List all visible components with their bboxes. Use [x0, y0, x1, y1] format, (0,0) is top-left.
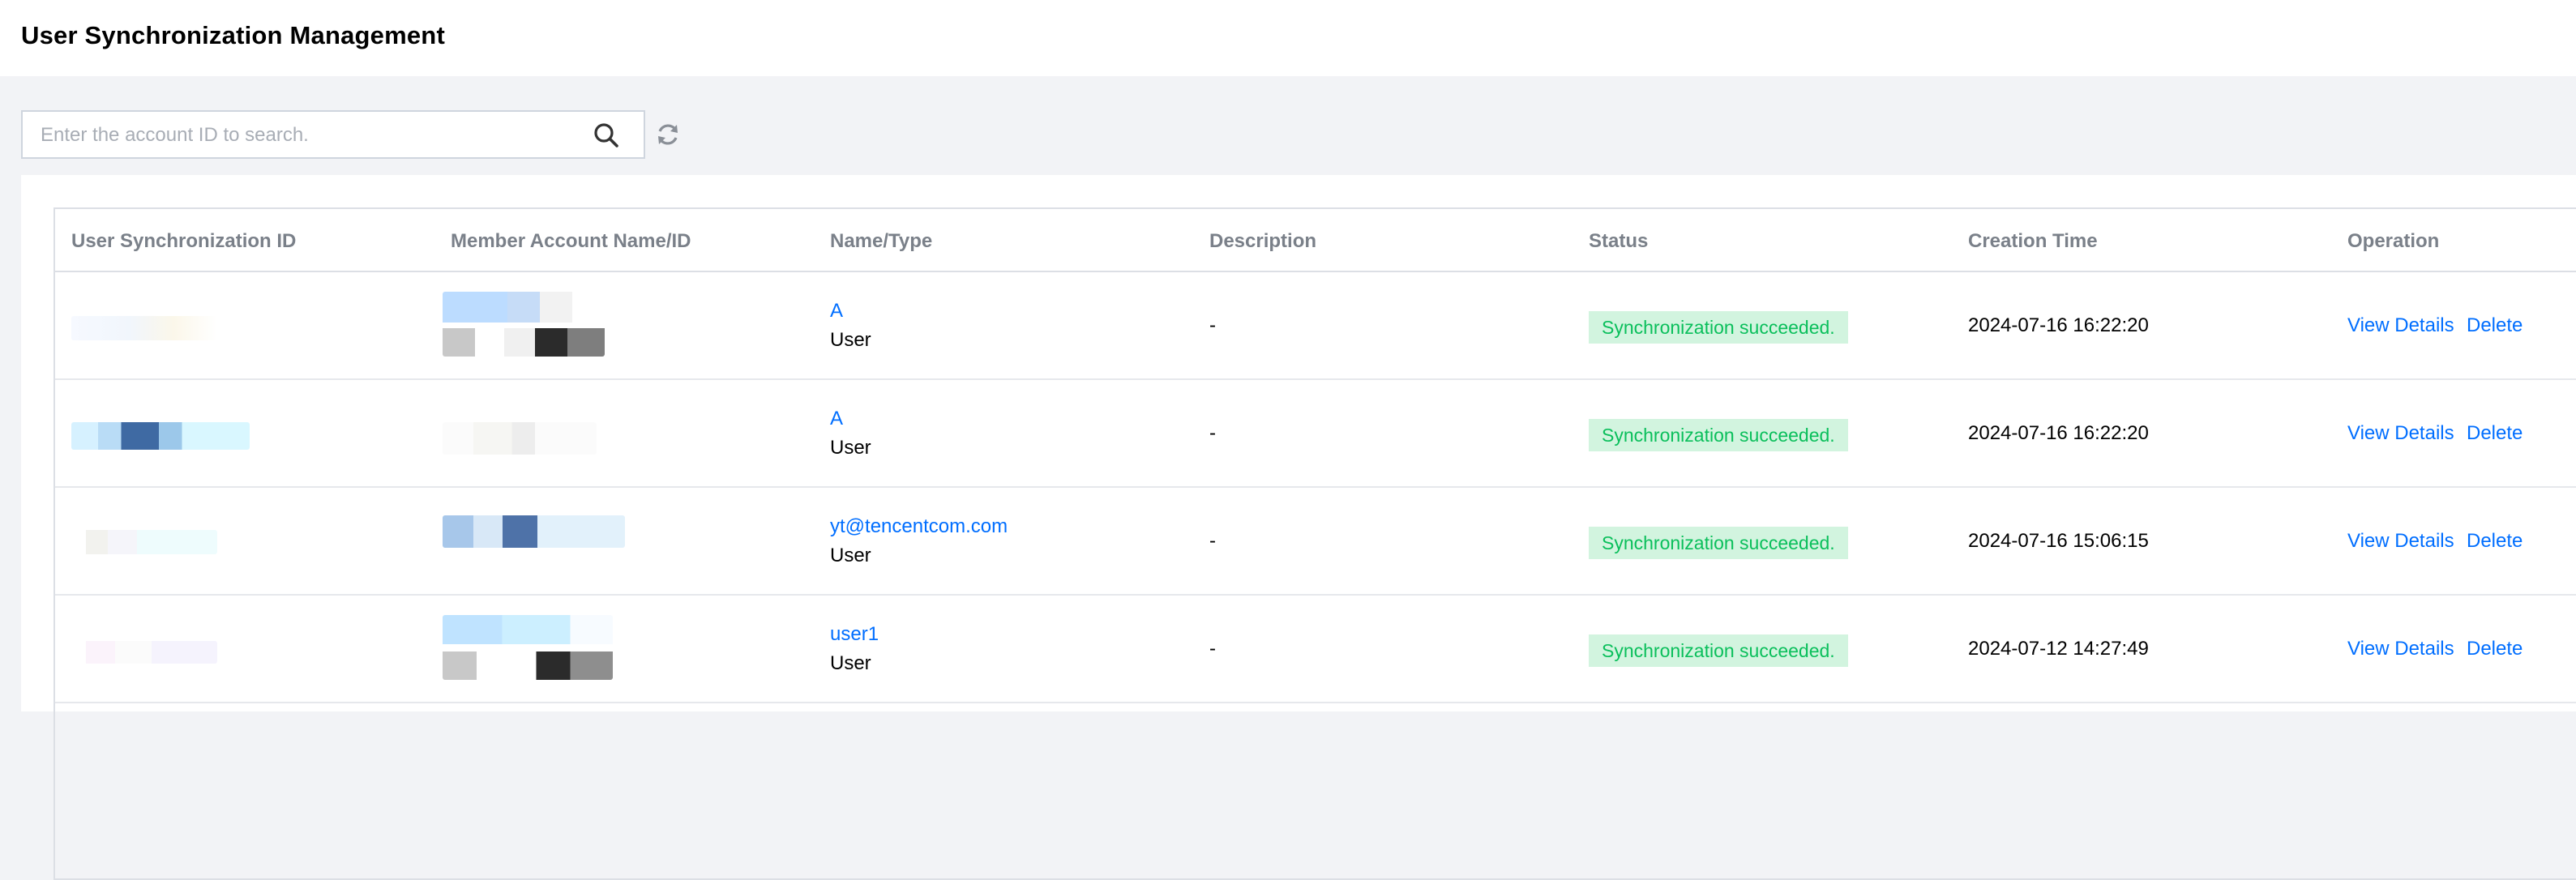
- column-header-name-type: Name/Type: [830, 230, 933, 252]
- redacted-member-account: [443, 422, 597, 455]
- table-row: A User - Synchronization succeeded. 2024…: [55, 380, 2576, 488]
- delete-link[interactable]: Delete: [2467, 314, 2523, 337]
- status-badge: Synchronization succeeded.: [1589, 311, 1848, 344]
- creation-time: 2024-07-12 14:27:49: [1968, 638, 2149, 660]
- view-details-link[interactable]: View Details: [2347, 314, 2454, 337]
- user-type: User: [830, 545, 871, 566]
- status-badge: Synchronization succeeded.: [1589, 527, 1848, 559]
- page-title: User Synchronization Management: [21, 21, 445, 49]
- table-header: User Synchronization ID Member Account N…: [55, 209, 2576, 272]
- table-row: user1 User - Synchronization succeeded. …: [55, 596, 2576, 703]
- table-row: A User - Synchronization succeeded. 2024…: [55, 272, 2576, 380]
- view-details-link[interactable]: View Details: [2347, 422, 2454, 445]
- redacted-sync-id: [71, 530, 217, 554]
- user-name-link[interactable]: A: [830, 300, 843, 323]
- redacted-member-account: [443, 515, 625, 548]
- status-badge: Synchronization succeeded.: [1589, 419, 1848, 451]
- page-header: User Synchronization Management: [0, 0, 2576, 76]
- redacted-sync-id: [71, 316, 217, 340]
- redacted-member-account: [443, 292, 605, 357]
- table-row: yt@tencentcom.com User - Synchronization…: [55, 488, 2576, 596]
- column-header-operation: Operation: [2347, 230, 2440, 252]
- delete-link[interactable]: Delete: [2467, 422, 2523, 445]
- status-badge: Synchronization succeeded.: [1589, 634, 1848, 667]
- user-name-link[interactable]: A: [830, 408, 843, 430]
- user-name-link[interactable]: yt@tencentcom.com: [830, 515, 1008, 538]
- user-name-link[interactable]: user1: [830, 623, 879, 646]
- refresh-icon[interactable]: [653, 120, 683, 149]
- description: -: [1209, 422, 1216, 444]
- redacted-member-account: [443, 615, 613, 680]
- description: -: [1209, 314, 1216, 336]
- user-type: User: [830, 652, 871, 674]
- search-input[interactable]: [39, 112, 593, 159]
- content-panel: User Synchronization ID Member Account N…: [21, 175, 2576, 880]
- column-header-sync-id: User Synchronization ID: [71, 230, 297, 252]
- creation-time: 2024-07-16 16:22:20: [1968, 422, 2149, 444]
- column-header-description: Description: [1209, 230, 1317, 252]
- delete-link[interactable]: Delete: [2467, 530, 2523, 553]
- creation-time: 2024-07-16 15:06:15: [1968, 530, 2149, 552]
- user-type: User: [830, 329, 871, 351]
- view-details-link[interactable]: View Details: [2347, 530, 2454, 553]
- user-type: User: [830, 437, 871, 459]
- column-header-creation-time: Creation Time: [1968, 230, 2098, 252]
- creation-time: 2024-07-16 16:22:20: [1968, 314, 2149, 336]
- column-header-status: Status: [1589, 230, 1649, 252]
- view-details-link[interactable]: View Details: [2347, 638, 2454, 660]
- description: -: [1209, 530, 1216, 552]
- redacted-sync-id: [71, 422, 250, 450]
- search-box[interactable]: [21, 110, 645, 159]
- redacted-sync-id: [71, 641, 217, 664]
- search-icon[interactable]: [592, 121, 621, 150]
- description: -: [1209, 638, 1216, 660]
- column-header-member-account: Member Account Name/ID: [451, 230, 691, 252]
- user-sync-table: User Synchronization ID Member Account N…: [53, 207, 2576, 880]
- delete-link[interactable]: Delete: [2467, 638, 2523, 660]
